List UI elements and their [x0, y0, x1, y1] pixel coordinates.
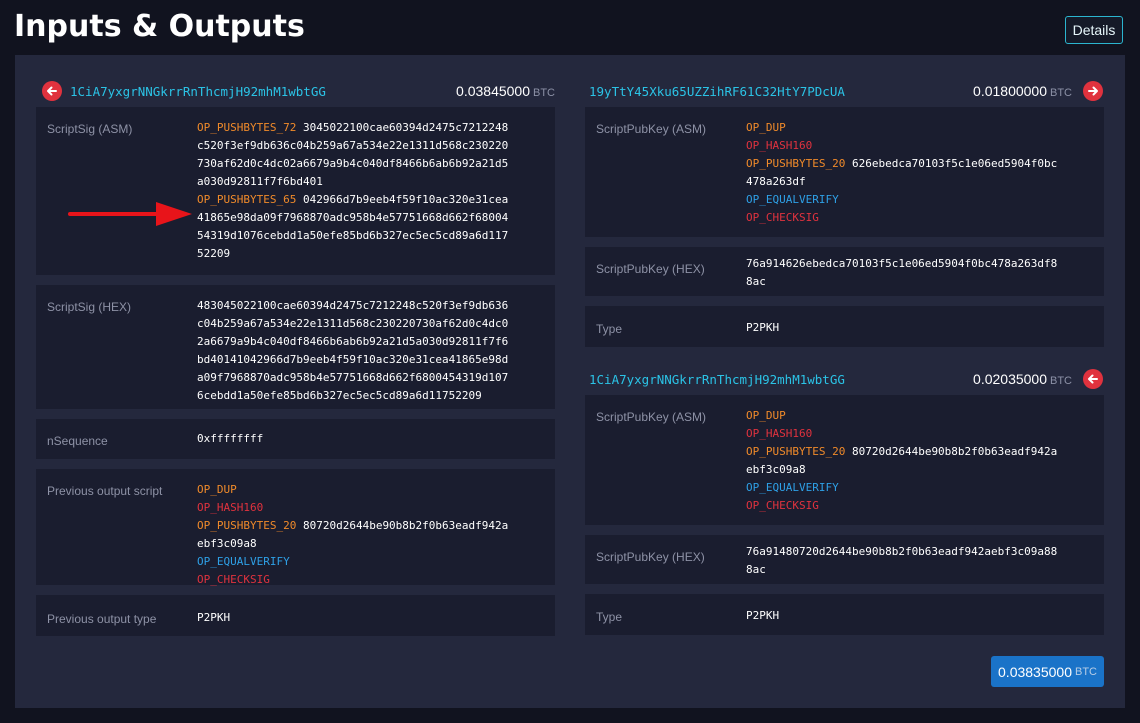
- arrow-left-icon[interactable]: [1083, 369, 1103, 389]
- type-label: Type: [596, 322, 623, 336]
- type-row: Type P2PKH: [585, 594, 1104, 635]
- input-column: 1CiA7yxgrNNGkrrRnThcmjH92mhM1wbtGG 0.038…: [36, 77, 555, 646]
- previous-output-script-label: Previous output script: [47, 484, 163, 498]
- previous-output-script-value: OP_DUP OP_HASH160 OP_PUSHBYTES_20 80720d…: [197, 483, 509, 586]
- input-address-link[interactable]: 1CiA7yxgrNNGkrrRnThcmjH92mhM1wbtGG: [70, 84, 326, 99]
- output-header-1: 1CiA7yxgrNNGkrrRnThcmjH92mhM1wbtGG 0.020…: [585, 365, 1104, 393]
- op-pushbytes-72: OP_PUSHBYTES_72: [197, 121, 297, 134]
- output-address-link[interactable]: 19yTtY45Xku65UZZihRF61C32HtY7PDcUA: [589, 84, 845, 99]
- scriptpubkey-hex-label: ScriptPubKey (HEX): [596, 262, 705, 276]
- scriptpubkey-hex-row: ScriptPubKey (HEX) 76a914626ebedca70103f…: [585, 247, 1104, 296]
- nsequence-label: nSequence: [47, 434, 108, 448]
- scriptpubkey-asm-value: OP_DUP OP_HASH160 OP_PUSHBYTES_20 80720d…: [746, 409, 1058, 512]
- type-label: Type: [596, 610, 623, 624]
- previous-output-type-label: Previous output type: [47, 612, 157, 626]
- scriptpubkey-asm-row: ScriptPubKey (ASM) OP_DUP OP_HASH160 OP_…: [585, 395, 1104, 525]
- nsequence-value: 0xffffffff: [197, 432, 264, 445]
- red-arrow-annotation: [68, 202, 192, 226]
- previous-output-script-row: Previous output script OP_DUP OP_HASH160…: [36, 469, 555, 586]
- scriptsig-asm-label: ScriptSig (ASM): [47, 122, 133, 136]
- previous-output-type-row: Previous output type P2PKH: [36, 595, 555, 636]
- scriptsig-hex-row: ScriptSig (HEX) 483045022100cae60394d247…: [36, 285, 555, 409]
- scriptsig-asm-value: OP_PUSHBYTES_72 3045022100cae60394d2475c…: [197, 121, 509, 260]
- page-title: Inputs & Outputs: [14, 9, 305, 44]
- inputs-outputs-panel: 1CiA7yxgrNNGkrrRnThcmjH92mhM1wbtGG 0.038…: [15, 55, 1125, 708]
- type-value: P2PKH: [746, 609, 780, 622]
- scriptpubkey-hex-value: 76a91480720d2644be90b8b2f0b63eadf942aebf…: [746, 545, 1058, 576]
- scriptpubkey-hex-label: ScriptPubKey (HEX): [596, 550, 705, 564]
- scriptpubkey-asm-row: ScriptPubKey (ASM) OP_DUP OP_HASH160 OP_…: [585, 107, 1104, 237]
- scriptpubkey-asm-value: OP_DUP OP_HASH160 OP_PUSHBYTES_20 626ebe…: [746, 121, 1058, 224]
- total-amount-badge: 0.03835000 BTC: [991, 656, 1104, 687]
- nsequence-row: nSequence 0xffffffff: [36, 419, 555, 459]
- output-address-link[interactable]: 1CiA7yxgrNNGkrrRnThcmjH92mhM1wbtGG: [589, 372, 845, 387]
- scriptsig-hex-label: ScriptSig (HEX): [47, 300, 132, 314]
- scriptsig-hex-value: 483045022100cae60394d2475c7212248c520f3e…: [197, 299, 509, 402]
- arrow-right-icon[interactable]: [1083, 81, 1103, 101]
- op-pushbytes-65: OP_PUSHBYTES_65: [197, 193, 297, 206]
- scriptpubkey-asm-label: ScriptPubKey (ASM): [596, 122, 707, 136]
- output-amount: 0.02035000 BTC: [973, 371, 1072, 387]
- arrow-left-icon[interactable]: [42, 81, 62, 101]
- scriptpubkey-hex-row: ScriptPubKey (HEX) 76a91480720d2644be90b…: [585, 535, 1104, 584]
- details-button[interactable]: Details: [1065, 16, 1123, 44]
- type-row: Type P2PKH: [585, 306, 1104, 347]
- input-header: 1CiA7yxgrNNGkrrRnThcmjH92mhM1wbtGG 0.038…: [36, 77, 555, 105]
- scriptpubkey-hex-value: 76a914626ebedca70103f5c1e06ed5904f0bc478…: [746, 257, 1058, 288]
- output-amount: 0.01800000 BTC: [973, 83, 1072, 99]
- scriptpubkey-asm-label: ScriptPubKey (ASM): [596, 410, 707, 424]
- output-column: 19yTtY45Xku65UZZihRF61C32HtY7PDcUA 0.018…: [585, 77, 1104, 645]
- previous-output-type-value: P2PKH: [197, 611, 231, 624]
- type-value: P2PKH: [746, 321, 780, 334]
- input-amount: 0.03845000 BTC: [456, 83, 555, 99]
- output-header-0: 19yTtY45Xku65UZZihRF61C32HtY7PDcUA 0.018…: [585, 77, 1104, 105]
- scriptsig-asm-row: ScriptSig (ASM) OP_PUSHBYTES_72 30450221…: [36, 107, 555, 275]
